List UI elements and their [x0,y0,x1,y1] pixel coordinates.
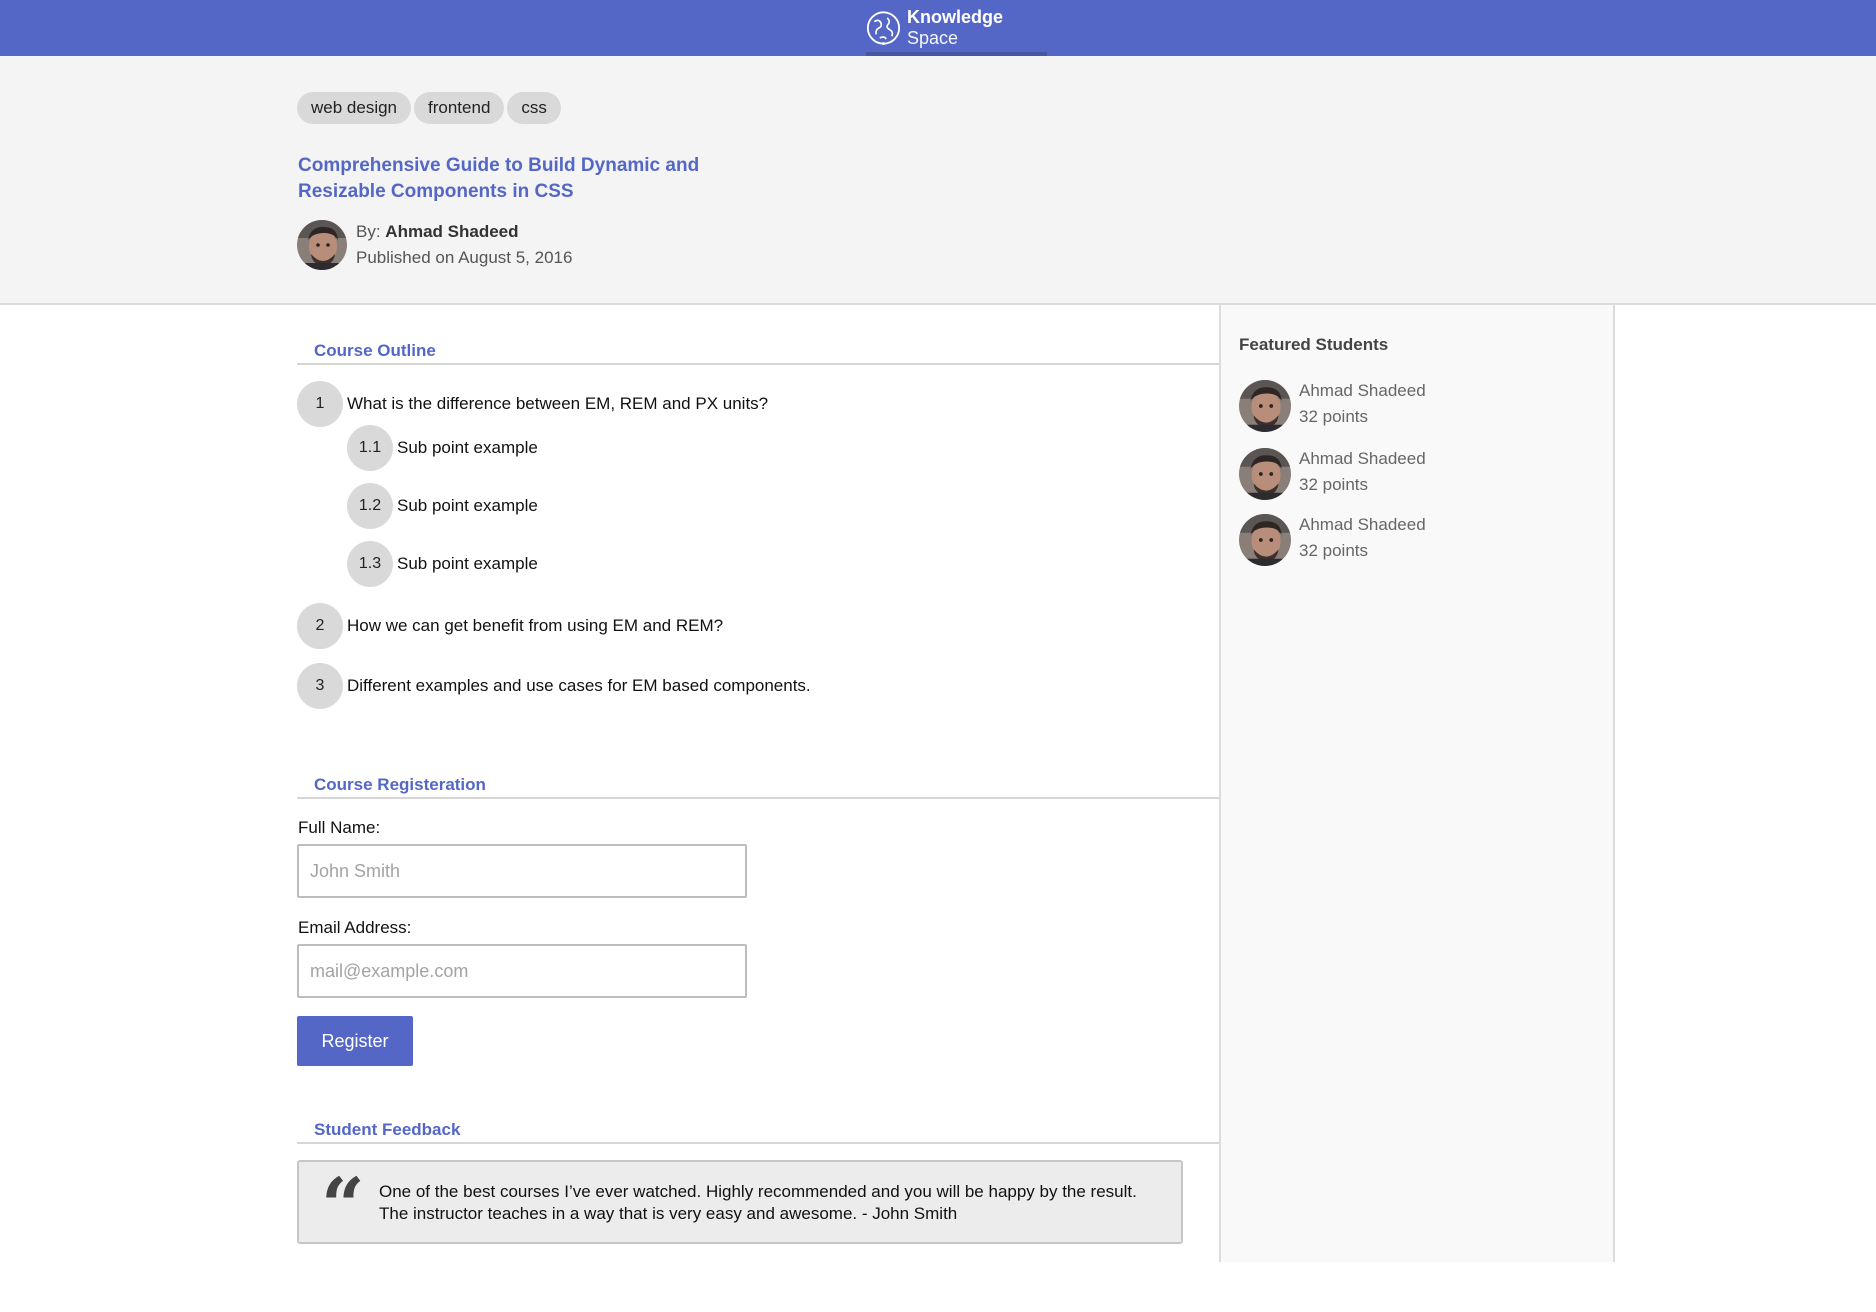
outline-subitem: Sub point example [397,438,538,457]
avatar [1239,448,1291,500]
student-name: Ahmad Shadeed [1299,449,1426,468]
outline-subitem: Sub point example [397,554,538,573]
student-name: Ahmad Shadeed [1299,381,1426,400]
top-bar: Knowledge Space [0,0,1876,56]
student-item[interactable]: Ahmad Shadeed 32 points [1239,448,1559,502]
student-item[interactable]: Ahmad Shadeed 32 points [1239,380,1559,434]
by-label: By: [356,222,381,241]
outline-number: 1 [297,381,343,427]
outline-number: 1.3 [347,541,393,587]
outline-number: 2 [297,603,343,649]
byline: By: Ahmad Shadeed Published on August 5,… [356,219,572,271]
outline-number: 1.2 [347,483,393,529]
email-input[interactable] [297,944,747,998]
course-outline-heading: Course Outline [297,335,1219,365]
student-name: Ahmad Shadeed [1299,515,1426,534]
register-button[interactable]: Register [297,1016,413,1066]
student-points: 32 points [1299,407,1368,426]
email-label: Email Address: [298,918,412,937]
full-name-label: Full Name: [298,818,381,837]
feedback-quote: “ One of the best courses I’ve ever watc… [297,1160,1183,1244]
avatar [1239,380,1291,432]
featured-students-sidebar: Featured Students Ahmad Shadeed 32 point… [1219,305,1615,1262]
student-points: 32 points [1299,541,1368,560]
outline-item: What is the difference between EM, REM a… [347,394,769,413]
globe-logo-icon [866,11,901,46]
brand-name-light: Space [906,28,959,48]
outline-item: Different examples and use cases for EM … [347,676,811,695]
section-title: Student Feedback [314,1120,461,1139]
brand-name-bold: Knowledge [906,7,1003,27]
student-feedback-heading: Student Feedback [297,1114,1219,1144]
tag-css[interactable]: css [507,92,561,124]
course-registration-heading: Course Registeration [297,769,1219,799]
brand-logo-link[interactable]: Knowledge Space [866,0,1047,56]
outline-subitem: Sub point example [397,496,538,515]
author-avatar [297,220,347,270]
course-header [0,56,1876,305]
author-name[interactable]: Ahmad Shadeed [385,222,518,241]
student-points: 32 points [1299,475,1368,494]
quote-icon: “ [321,1161,365,1250]
student-item[interactable]: Ahmad Shadeed 32 points [1239,514,1559,568]
avatar [1239,514,1291,566]
section-title: Course Outline [314,341,436,360]
course-title[interactable]: Comprehensive Guide to Build Dynamic and… [298,153,728,205]
outline-item: How we can get benefit from using EM and… [347,616,724,635]
quote-text: One of the best courses I’ve ever watche… [379,1182,1137,1223]
full-name-input[interactable] [297,844,747,898]
section-title: Course Registeration [314,775,486,794]
sidebar-title: Featured Students [1239,335,1389,354]
outline-number: 3 [297,663,343,709]
outline-number: 1.1 [347,425,393,471]
published-date: Published on August 5, 2016 [356,248,573,267]
tag-web-design[interactable]: web design [297,92,412,124]
tag-list: web design frontend css [297,92,561,124]
tag-frontend[interactable]: frontend [414,92,505,124]
